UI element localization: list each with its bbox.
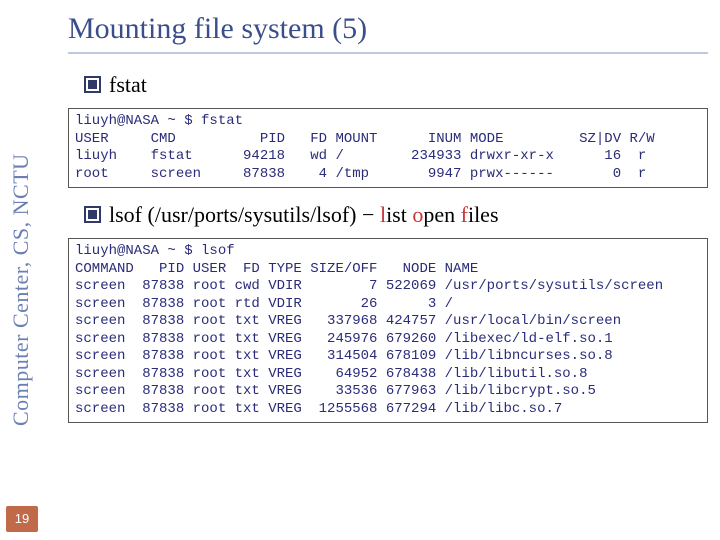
lsof-row: screen 87838 root txt VREG 33536 677963 … [75, 383, 596, 399]
lsof-row: screen 87838 root txt VREG 245976 679260… [75, 331, 613, 347]
bullet-lsof: lsof (/usr/ports/sysutils/lsof) − list o… [84, 202, 708, 228]
slide-content: Mounting file system (5) fstat liuyh@NAS… [68, 12, 708, 528]
bullet-lsof-text: lsof (/usr/ports/sysutils/lsof) − list o… [109, 202, 499, 227]
square-bullet-icon [84, 76, 101, 93]
sidebar-label: Computer Center, CS, NCTU [8, 6, 40, 426]
lsof-output: liuyh@NASA ~ $ lsof COMMAND PID USER FD … [68, 238, 708, 423]
lsof-row: screen 87838 root txt VREG 64952 678438 … [75, 366, 587, 382]
lsof-row: screen 87838 root rtd VDIR 26 3 / [75, 296, 453, 312]
lsof-row: screen 87838 root txt VREG 314504 678109… [75, 348, 613, 364]
lsof-row: screen 87838 root txt VREG 1255568 67729… [75, 401, 562, 417]
fstat-output: liuyh@NASA ~ $ fstat USER CMD PID FD MOU… [68, 108, 708, 188]
fstat-row: root screen 87838 4 /tmp 9947 prwx------… [75, 166, 646, 182]
fstat-header: USER CMD PID FD MOUNT INUM MODE SZ|DV R/… [75, 131, 655, 147]
title-rule [68, 52, 708, 54]
page-number: 19 [6, 506, 38, 532]
lsof-row: screen 87838 root txt VREG 337968 424757… [75, 313, 621, 329]
lsof-row: screen 87838 root cwd VDIR 7 522069 /usr… [75, 278, 663, 294]
lsof-prompt: liuyh@NASA ~ $ lsof [75, 243, 235, 259]
fstat-row: liuyh fstat 94218 wd / 234933 drwxr-xr-x… [75, 148, 646, 164]
page-title: Mounting file system (5) [68, 12, 708, 46]
fstat-prompt: liuyh@NASA ~ $ fstat [75, 113, 243, 129]
square-bullet-icon [84, 206, 101, 223]
bullet-fstat: fstat [84, 72, 708, 98]
slide: Computer Center, CS, NCTU 19 Mounting fi… [0, 0, 720, 540]
lsof-header: COMMAND PID USER FD TYPE SIZE/OFF NODE N… [75, 261, 478, 277]
bullet-fstat-text: fstat [109, 72, 147, 97]
